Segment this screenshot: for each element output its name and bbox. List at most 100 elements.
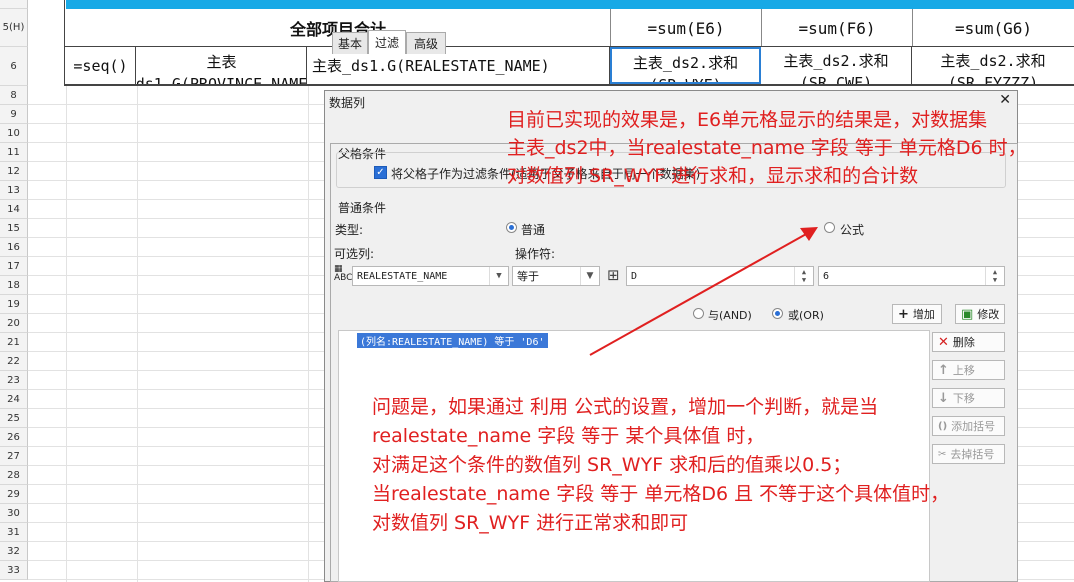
- type-formula-radio[interactable]: [824, 222, 835, 233]
- and-label: 与(AND): [708, 309, 752, 322]
- row-header[interactable]: 14: [0, 200, 28, 219]
- row-header[interactable]: 11: [0, 143, 28, 162]
- tab-advanced[interactable]: 高级: [406, 32, 446, 54]
- row-header[interactable]: 16: [0, 238, 28, 257]
- move-up-button[interactable]: ↑ 上移: [932, 360, 1005, 380]
- row-header[interactable]: 13: [0, 181, 28, 200]
- column-label: 可选列:: [334, 247, 375, 261]
- move-up-label: 上移: [952, 364, 975, 377]
- row-header[interactable]: 24: [0, 390, 28, 409]
- row-header[interactable]: 19: [0, 295, 28, 314]
- row-header[interactable]: 10: [0, 124, 28, 143]
- chevron-down-icon: ▼: [489, 267, 508, 285]
- header-color-bar: [66, 0, 1074, 9]
- row-header[interactable]: 5(H): [0, 9, 28, 47]
- column-select[interactable]: REALESTATE_NAME ▼: [352, 266, 509, 286]
- row-number-input[interactable]: 6 ▲ ▼: [818, 266, 1005, 286]
- cell-a6[interactable]: =seq(): [66, 47, 136, 84]
- annotation-bottom-line-3: 对满足这个条件的数值列 SR_WYF 求和后的值乘以0.5；: [372, 454, 852, 476]
- annotation-bottom-line-1: 问题是，如果通过 利用 公式的设置，增加一个判断，就是当: [372, 396, 879, 418]
- add-button[interactable]: + 增加: [892, 304, 942, 324]
- row-header[interactable]: 18: [0, 276, 28, 295]
- row6-left-border: [64, 0, 65, 86]
- row-header[interactable]: 33: [0, 561, 28, 580]
- row-number-value: 6: [823, 270, 830, 282]
- annotation-bottom-line-5: 对数值列 SR_WYF 进行正常求和即可: [372, 512, 689, 534]
- row-header[interactable]: 27: [0, 447, 28, 466]
- normal-group-label: 普通条件: [338, 201, 387, 215]
- row-header[interactable]: 17: [0, 257, 28, 276]
- delete-button-label: 删除: [952, 336, 975, 349]
- add-bracket-label: 添加括号: [951, 420, 996, 433]
- delete-button[interactable]: ✕ 删除: [932, 332, 1005, 352]
- arrow-up-icon: ↑: [938, 362, 949, 378]
- row-header[interactable]: 20: [0, 314, 28, 333]
- or-radio[interactable]: [772, 308, 783, 319]
- annotation-top-line-3: 对数值列 SR_WYF 进行求和，显示求和的合计数: [507, 165, 919, 187]
- row-header[interactable]: 28: [0, 466, 28, 485]
- grid-column-line: [308, 86, 309, 582]
- remove-bracket-label: 去掉括号: [950, 448, 995, 461]
- type-normal-label: 普通: [521, 223, 546, 237]
- cell-ref-value: D: [631, 270, 638, 282]
- row-header[interactable]: 12: [0, 162, 28, 181]
- annotation-top-line-2: 主表_ds2中，当realestate_name 字段 等于 单元格D6 时，: [507, 137, 1027, 159]
- sum-e-cell[interactable]: =sum(E6): [610, 9, 761, 47]
- row-header[interactable]: 21: [0, 333, 28, 352]
- row-header[interactable]: 26: [0, 428, 28, 447]
- modify-button-label: 修改: [977, 308, 1000, 321]
- operator-label: 操作符:: [515, 247, 556, 261]
- cell-grid-icon: ⊞: [607, 266, 620, 284]
- spinner-icon[interactable]: ▲ ▼: [985, 267, 1004, 285]
- and-radio[interactable]: [693, 308, 704, 319]
- row-header[interactable]: 22: [0, 352, 28, 371]
- row-header-corner: [0, 0, 28, 9]
- grid-column-line: [66, 86, 67, 582]
- type-label: 类型:: [335, 223, 364, 237]
- annotation-bottom-line-2: realestate_name 字段 等于 某个具体值 时，: [372, 425, 765, 447]
- operator-select-value: 等于: [517, 270, 539, 283]
- filter-condition-item[interactable]: (列名:REALESTATE_NAME) 等于 'D6': [357, 333, 548, 348]
- column-type-icon: ▦ ABC: [334, 264, 353, 283]
- tab-basic[interactable]: 基本: [332, 32, 368, 54]
- row-header[interactable]: 30: [0, 504, 28, 523]
- edit-icon: ▣: [961, 306, 974, 322]
- parent-checkbox[interactable]: ✓: [374, 166, 387, 179]
- delete-icon: ✕: [938, 334, 949, 350]
- dialog-title: 数据列: [329, 96, 366, 110]
- grid-column-line: [137, 86, 138, 582]
- annotation-bottom-line-4: 当realestate_name 字段 等于 单元格D6 且 不等于这个具体值时…: [372, 483, 950, 505]
- cell-f6[interactable]: 主表_ds2.求和(SR_CWF): [761, 47, 912, 84]
- type-formula-label: 公式: [840, 223, 865, 237]
- spinner-icon[interactable]: ▲ ▼: [794, 267, 813, 285]
- type-normal-radio[interactable]: [506, 222, 517, 233]
- or-label: 或(OR): [788, 309, 824, 322]
- row-header[interactable]: 8: [0, 86, 28, 105]
- row6-bottom-border: [64, 84, 1074, 86]
- row-header[interactable]: 32: [0, 542, 28, 561]
- row-header[interactable]: 31: [0, 523, 28, 542]
- row-header[interactable]: 29: [0, 485, 28, 504]
- move-down-label: 下移: [952, 392, 975, 405]
- tab-filter[interactable]: 过滤: [368, 30, 406, 54]
- annotation-bottom-note: 问题是，如果通过 利用 公式的设置，增加一个判断，就是当 realestate_…: [372, 393, 949, 538]
- modify-button[interactable]: ▣ 修改: [955, 304, 1005, 324]
- column-select-value: REALESTATE_NAME: [357, 270, 448, 282]
- cell-b6[interactable]: 主表_ds1.G(PROVINCE_NAME): [137, 47, 307, 84]
- sum-g-cell[interactable]: =sum(G6): [912, 9, 1074, 47]
- cell-ref-input[interactable]: D ▲ ▼: [626, 266, 814, 286]
- plus-icon: +: [898, 306, 909, 322]
- annotation-top-line-1: 目前已实现的效果是，E6单元格显示的结果是，对数据集: [507, 109, 988, 131]
- sum-f-cell[interactable]: =sum(F6): [761, 9, 912, 47]
- annotation-top-note: 目前已实现的效果是，E6单元格显示的结果是，对数据集 主表_ds2中，当real…: [507, 106, 1027, 190]
- row-header[interactable]: 25: [0, 409, 28, 428]
- operator-select[interactable]: 等于 ▼: [512, 266, 600, 286]
- row-header[interactable]: 9: [0, 105, 28, 124]
- chevron-down-icon: ▼: [580, 267, 599, 285]
- add-button-label: 增加: [912, 308, 935, 321]
- cell-g6[interactable]: 主表_ds2.求和(SR_FYZZZ): [912, 47, 1074, 84]
- row-header[interactable]: 23: [0, 371, 28, 390]
- row-header[interactable]: 15: [0, 219, 28, 238]
- row-header[interactable]: 6: [0, 47, 28, 86]
- cell-e6-selected[interactable]: 主表_ds2.求和(SR_WYF): [610, 47, 761, 84]
